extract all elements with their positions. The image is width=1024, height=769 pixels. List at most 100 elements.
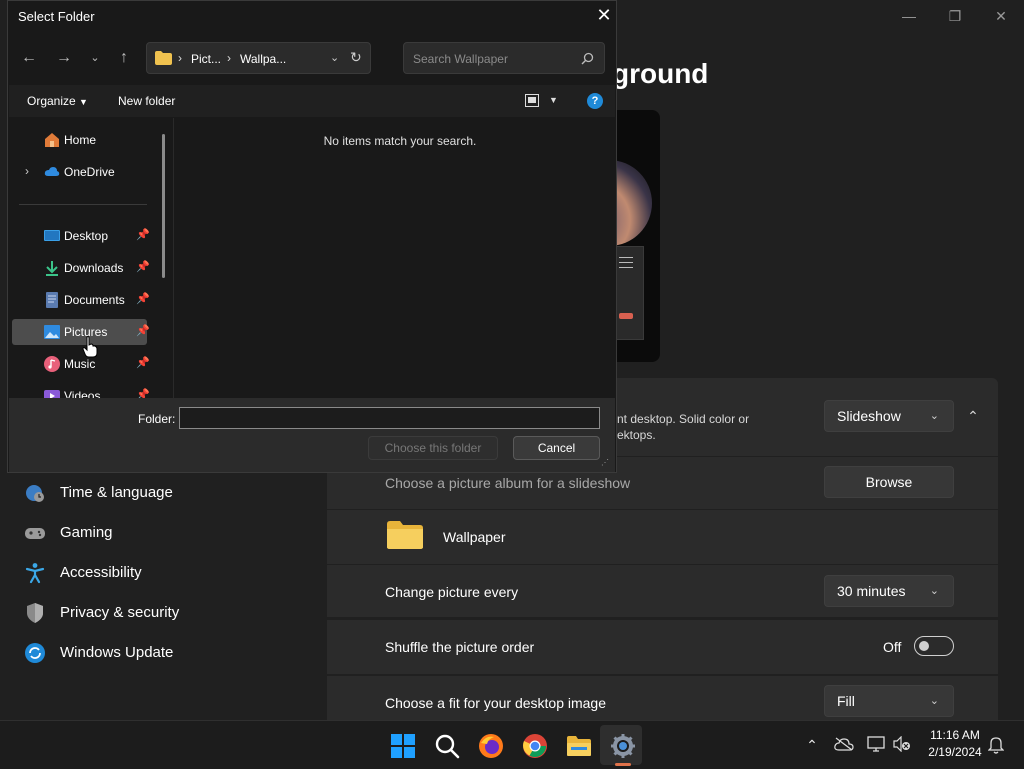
settings-icon[interactable] [610, 733, 636, 759]
address-bar[interactable]: › Pict... › Wallpa... ⌄ ↻ [146, 42, 371, 74]
recent-locations-chevron-icon[interactable]: ⌄ [84, 47, 106, 69]
pin-icon[interactable]: 📌 [136, 356, 150, 369]
accessibility-icon [25, 563, 45, 584]
view-pane-icon[interactable] [525, 94, 539, 107]
start-icon[interactable] [390, 733, 416, 759]
nav-item-pictures[interactable]: Pictures 📌 [12, 319, 150, 345]
nav-windows-update[interactable]: Windows Update [24, 640, 304, 668]
pin-icon[interactable]: 📌 [136, 260, 150, 273]
fit-dropdown[interactable]: Fill ⌄ [824, 685, 954, 717]
hand-cursor-icon [82, 336, 98, 358]
pin-icon[interactable]: 📌 [136, 388, 150, 398]
onedrive-offline-icon[interactable] [834, 737, 854, 751]
breadcrumb-separator-icon: › [227, 51, 231, 65]
resize-grip-icon[interactable]: ⋰ [601, 459, 609, 467]
nav-item-desktop[interactable]: Desktop 📌 [12, 223, 150, 249]
chrome-icon[interactable] [522, 733, 548, 759]
nav-item-label: Videos [64, 389, 101, 398]
close-window-button[interactable]: ✕ [986, 6, 1016, 26]
gamepad-icon [25, 528, 45, 539]
folder-input[interactable] [179, 407, 600, 429]
shield-icon [27, 603, 43, 623]
empty-state-message: No items match your search. [323, 134, 477, 148]
interval-dropdown[interactable]: 30 minutes ⌄ [824, 575, 954, 607]
nav-item-documents[interactable]: Documents 📌 [12, 287, 150, 313]
desktop-icon [44, 230, 60, 241]
download-icon [46, 261, 58, 276]
clock-time[interactable]: 11:16 AM [920, 728, 990, 742]
globe-clock-icon [26, 485, 44, 502]
pictures-icon [44, 325, 60, 339]
folder-icon [387, 521, 423, 549]
pin-icon[interactable]: 📌 [136, 292, 150, 305]
clock-date[interactable]: 2/19/2024 [920, 745, 990, 759]
nav-privacy-security[interactable]: Privacy & security [24, 600, 304, 628]
nav-item-home[interactable]: Home [12, 127, 147, 153]
breadcrumb-item[interactable]: Pict... [191, 52, 221, 66]
search-icon[interactable] [434, 733, 460, 759]
nav-item-onedrive[interactable]: › OneDrive [12, 159, 147, 185]
breadcrumb-item[interactable]: Wallpa... [240, 52, 286, 66]
address-dropdown-chevron-icon[interactable]: ⌄ [330, 51, 339, 64]
search-box[interactable]: Search Wallpaper [403, 42, 605, 74]
dropdown-value: Slideshow [837, 408, 901, 424]
nav-label: Time & language [60, 484, 173, 501]
nav-gaming[interactable]: Gaming [24, 520, 304, 548]
help-icon[interactable]: ? [587, 93, 603, 109]
dialog-close-icon[interactable]: ✕ [594, 5, 614, 25]
nav-time-language[interactable]: Time & language [24, 480, 304, 508]
nav-item-music[interactable]: Music 📌 [12, 351, 150, 377]
nav-item-downloads[interactable]: Downloads 📌 [12, 255, 150, 281]
expand-chevron-icon[interactable]: › [25, 164, 29, 178]
collapse-chevron-up-icon[interactable]: ⌃ [959, 402, 987, 430]
shuffle-toggle[interactable] [914, 636, 954, 656]
forward-arrow-icon[interactable]: → [53, 47, 75, 69]
pin-icon[interactable]: 📌 [136, 324, 150, 337]
background-type-dropdown[interactable]: Slideshow ⌄ [824, 400, 954, 432]
dialog-toolbar: Organize ▼ New folder ▼ ? [9, 85, 615, 117]
pin-icon[interactable]: 📌 [136, 228, 150, 241]
nav-item-videos[interactable]: Videos 📌 [12, 383, 150, 398]
nav-label: Gaming [60, 524, 113, 541]
up-arrow-icon[interactable]: ↑ [113, 47, 135, 69]
browse-button[interactable]: Browse [824, 466, 954, 498]
dialog-title: Select Folder [18, 9, 95, 24]
volume-muted-icon[interactable] [893, 736, 911, 752]
select-folder-dialog: Select Folder ✕ ← → ⌄ ↑ › Pict... › Wall… [7, 0, 617, 473]
firefox-icon[interactable] [478, 733, 504, 759]
cancel-button[interactable]: Cancel [513, 436, 600, 460]
running-indicator [615, 763, 631, 766]
organize-label: Organize [27, 94, 76, 108]
nav-item-label: Downloads [64, 261, 124, 275]
shuffle-label: Shuffle the picture order [385, 639, 535, 655]
choose-folder-button[interactable]: Choose this folder [368, 436, 498, 460]
notification-bell-icon[interactable] [988, 736, 1004, 754]
network-icon[interactable] [867, 736, 885, 752]
nav-item-label: Desktop [64, 229, 109, 243]
dropdown-value: Fill [837, 693, 855, 709]
nav-item-label: OneDrive [64, 165, 115, 179]
background-description-line1: nt desktop. Solid color or [617, 412, 750, 426]
maximize-button[interactable]: ❐ [940, 6, 970, 26]
refresh-icon[interactable]: ↻ [350, 49, 362, 66]
view-options-chevron-icon[interactable]: ▼ [549, 95, 558, 105]
chevron-down-icon: ⌄ [929, 695, 939, 707]
nav-label: Accessibility [60, 564, 142, 581]
document-icon [46, 292, 58, 308]
search-icon [581, 52, 594, 65]
back-arrow-icon[interactable]: ← [18, 47, 40, 69]
video-icon [44, 390, 60, 398]
show-hidden-icons-chevron-icon[interactable]: ⌃ [802, 735, 822, 755]
nav-pane-scrollbar[interactable] [162, 134, 165, 278]
toggle-state-text: Off [883, 639, 902, 655]
folder-label: Folder: [138, 412, 176, 426]
nav-item-label: Documents [64, 293, 125, 307]
organize-menu[interactable]: Organize ▼ [27, 94, 88, 108]
nav-accessibility[interactable]: Accessibility [24, 560, 304, 588]
content-pane: No items match your search. [173, 118, 616, 398]
new-folder-button[interactable]: New folder [118, 94, 175, 108]
minimize-button[interactable]: — [894, 6, 924, 26]
nav-item-label: Music [64, 357, 96, 371]
file-explorer-icon[interactable] [566, 733, 592, 759]
cloud-icon [44, 167, 60, 176]
